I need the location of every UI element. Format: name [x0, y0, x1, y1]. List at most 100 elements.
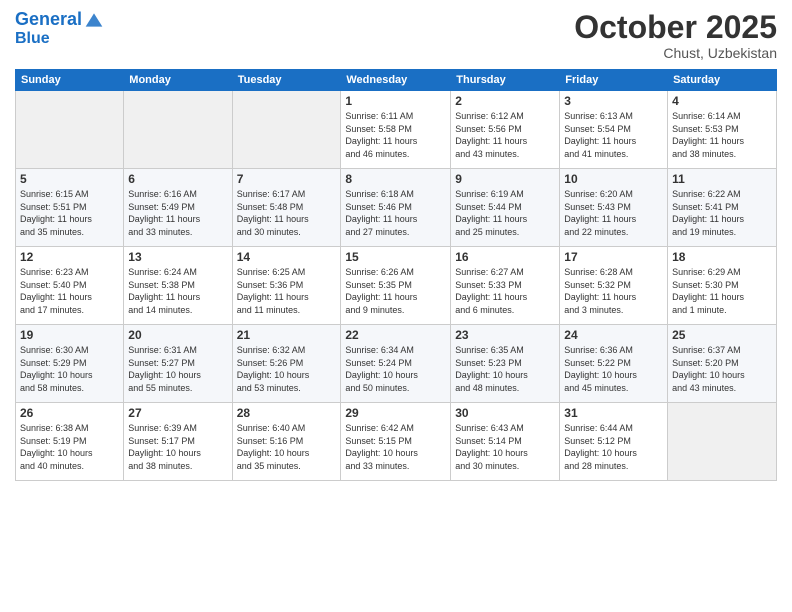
- day-number: 31: [564, 406, 663, 420]
- day-info: Sunrise: 6:39 AM Sunset: 5:17 PM Dayligh…: [128, 422, 227, 472]
- day-info: Sunrise: 6:11 AM Sunset: 5:58 PM Dayligh…: [345, 110, 446, 160]
- day-info: Sunrise: 6:43 AM Sunset: 5:14 PM Dayligh…: [455, 422, 555, 472]
- day-number: 29: [345, 406, 446, 420]
- day-number: 1: [345, 94, 446, 108]
- table-row: 7Sunrise: 6:17 AM Sunset: 5:48 PM Daylig…: [232, 169, 341, 247]
- col-monday: Monday: [124, 70, 232, 91]
- table-row: 26 Sunrise: 6:38 AM Sunset: 5:19 PM Dayli…: [16, 403, 124, 481]
- day-info: Sunrise: 6:26 AM Sunset: 5:35 PM Dayligh…: [345, 266, 446, 316]
- day-number: 30: [455, 406, 555, 420]
- day-info: Sunrise: 6:16 AM Sunset: 5:49 PM Dayligh…: [128, 188, 227, 238]
- day-info: Sunrise: 6:28 AM Sunset: 5:32 PM Dayligh…: [564, 266, 663, 316]
- table-row: 12Sunrise: 6:23 AM Sunset: 5:40 PM Dayli…: [16, 247, 124, 325]
- day-info: Sunrise: 6:31 AM Sunset: 5:27 PM Dayligh…: [128, 344, 227, 394]
- day-info: Sunrise: 6:13 AM Sunset: 5:54 PM Dayligh…: [564, 110, 663, 160]
- table-row: 5 Sunrise: 6:15 AM Sunset: 5:51 PM Daylig…: [16, 169, 124, 247]
- table-row: 6Sunrise: 6:16 AM Sunset: 5:49 PM Daylig…: [124, 169, 232, 247]
- table-row: 2Sunrise: 6:12 AM Sunset: 5:56 PM Daylig…: [451, 91, 560, 169]
- logo: General Blue: [15, 10, 104, 48]
- title-block: October 2025 Chust, Uzbekistan: [574, 10, 777, 61]
- day-number: 22: [345, 328, 446, 342]
- day-number: 11: [672, 172, 772, 186]
- calendar-week-row: 1 Sunrise: 6:11 AM Sunset: 5:58 PM Daylig…: [16, 91, 777, 169]
- table-row: [232, 91, 341, 169]
- day-number: 5: [20, 172, 119, 186]
- day-number: 17: [564, 250, 663, 264]
- day-info: Sunrise: 6:44 AM Sunset: 5:12 PM Dayligh…: [564, 422, 663, 472]
- table-row: 14 Sunrise: 6:25 AM Sunset: 5:36 PM Dayli…: [232, 247, 341, 325]
- table-row: 16Sunrise: 6:27 AM Sunset: 5:33 PM Dayli…: [451, 247, 560, 325]
- day-number: 16: [455, 250, 555, 264]
- day-info: Sunrise: 6:35 AM Sunset: 5:23 PM Dayligh…: [455, 344, 555, 394]
- header: General Blue October 2025 Chust, Uzbekis…: [15, 10, 777, 61]
- day-number: 26: [20, 406, 119, 420]
- day-info: Sunrise: 6:38 AM Sunset: 5:19 PM Dayligh…: [20, 422, 119, 472]
- day-info: Sunrise: 6:29 AM Sunset: 5:30 PM Dayligh…: [672, 266, 772, 316]
- table-row: 27 Sunrise: 6:39 AM Sunset: 5:17 PM Dayli…: [124, 403, 232, 481]
- table-row: 10 Sunrise: 6:20 AM Sunset: 5:43 PM Dayli…: [560, 169, 668, 247]
- table-row: 25 Sunrise: 6:37 AM Sunset: 5:20 PM Dayli…: [668, 325, 777, 403]
- day-info: Sunrise: 6:19 AM Sunset: 5:44 PM Dayligh…: [455, 188, 555, 238]
- col-wednesday: Wednesday: [341, 70, 451, 91]
- table-row: [124, 91, 232, 169]
- table-row: 28 Sunrise: 6:40 AM Sunset: 5:16 PM Dayli…: [232, 403, 341, 481]
- calendar-header-row: Sunday Monday Tuesday Wednesday Thursday…: [16, 70, 777, 91]
- day-number: 2: [455, 94, 555, 108]
- day-number: 10: [564, 172, 663, 186]
- day-number: 25: [672, 328, 772, 342]
- table-row: 8Sunrise: 6:18 AM Sunset: 5:46 PM Daylig…: [341, 169, 451, 247]
- table-row: 24Sunrise: 6:36 AM Sunset: 5:22 PM Dayli…: [560, 325, 668, 403]
- table-row: 15 Sunrise: 6:26 AM Sunset: 5:35 PM Dayli…: [341, 247, 451, 325]
- day-number: 27: [128, 406, 227, 420]
- day-info: Sunrise: 6:24 AM Sunset: 5:38 PM Dayligh…: [128, 266, 227, 316]
- table-row: 22 Sunrise: 6:34 AM Sunset: 5:24 PM Dayli…: [341, 325, 451, 403]
- day-number: 4: [672, 94, 772, 108]
- day-number: 18: [672, 250, 772, 264]
- table-row: 30 Sunrise: 6:43 AM Sunset: 5:14 PM Dayli…: [451, 403, 560, 481]
- col-saturday: Saturday: [668, 70, 777, 91]
- logo-general: General: [15, 10, 82, 30]
- day-number: 8: [345, 172, 446, 186]
- day-number: 23: [455, 328, 555, 342]
- day-info: Sunrise: 6:20 AM Sunset: 5:43 PM Dayligh…: [564, 188, 663, 238]
- table-row: 29 Sunrise: 6:42 AM Sunset: 5:15 PM Dayli…: [341, 403, 451, 481]
- calendar-week-row: 26 Sunrise: 6:38 AM Sunset: 5:19 PM Dayli…: [16, 403, 777, 481]
- day-info: Sunrise: 6:32 AM Sunset: 5:26 PM Dayligh…: [237, 344, 337, 394]
- day-number: 21: [237, 328, 337, 342]
- table-row: 4Sunrise: 6:14 AM Sunset: 5:53 PM Daylig…: [668, 91, 777, 169]
- day-number: 19: [20, 328, 119, 342]
- day-number: 13: [128, 250, 227, 264]
- day-info: Sunrise: 6:36 AM Sunset: 5:22 PM Dayligh…: [564, 344, 663, 394]
- table-row: 13 Sunrise: 6:24 AM Sunset: 5:38 PM Dayli…: [124, 247, 232, 325]
- table-row: 1 Sunrise: 6:11 AM Sunset: 5:58 PM Daylig…: [341, 91, 451, 169]
- day-info: Sunrise: 6:34 AM Sunset: 5:24 PM Dayligh…: [345, 344, 446, 394]
- month-title: October 2025: [574, 10, 777, 45]
- table-row: 9 Sunrise: 6:19 AM Sunset: 5:44 PM Daylig…: [451, 169, 560, 247]
- day-number: 9: [455, 172, 555, 186]
- day-info: Sunrise: 6:25 AM Sunset: 5:36 PM Dayligh…: [237, 266, 337, 316]
- day-info: Sunrise: 6:15 AM Sunset: 5:51 PM Dayligh…: [20, 188, 119, 238]
- table-row: 23 Sunrise: 6:35 AM Sunset: 5:23 PM Dayli…: [451, 325, 560, 403]
- table-row: [668, 403, 777, 481]
- logo-blue: Blue: [15, 30, 104, 48]
- day-number: 12: [20, 250, 119, 264]
- day-info: Sunrise: 6:42 AM Sunset: 5:15 PM Dayligh…: [345, 422, 446, 472]
- day-number: 20: [128, 328, 227, 342]
- table-row: 11Sunrise: 6:22 AM Sunset: 5:41 PM Dayli…: [668, 169, 777, 247]
- day-number: 3: [564, 94, 663, 108]
- day-info: Sunrise: 6:37 AM Sunset: 5:20 PM Dayligh…: [672, 344, 772, 394]
- day-number: 28: [237, 406, 337, 420]
- logo-icon: [84, 10, 104, 30]
- table-row: 18 Sunrise: 6:29 AM Sunset: 5:30 PM Dayli…: [668, 247, 777, 325]
- day-number: 7: [237, 172, 337, 186]
- table-row: 3 Sunrise: 6:13 AM Sunset: 5:54 PM Daylig…: [560, 91, 668, 169]
- table-row: 21 Sunrise: 6:32 AM Sunset: 5:26 PM Dayli…: [232, 325, 341, 403]
- day-number: 15: [345, 250, 446, 264]
- col-friday: Friday: [560, 70, 668, 91]
- location-subtitle: Chust, Uzbekistan: [574, 45, 777, 61]
- day-number: 14: [237, 250, 337, 264]
- col-sunday: Sunday: [16, 70, 124, 91]
- table-row: 19Sunrise: 6:30 AM Sunset: 5:29 PM Dayli…: [16, 325, 124, 403]
- day-info: Sunrise: 6:40 AM Sunset: 5:16 PM Dayligh…: [237, 422, 337, 472]
- table-row: 31 Sunrise: 6:44 AM Sunset: 5:12 PM Dayli…: [560, 403, 668, 481]
